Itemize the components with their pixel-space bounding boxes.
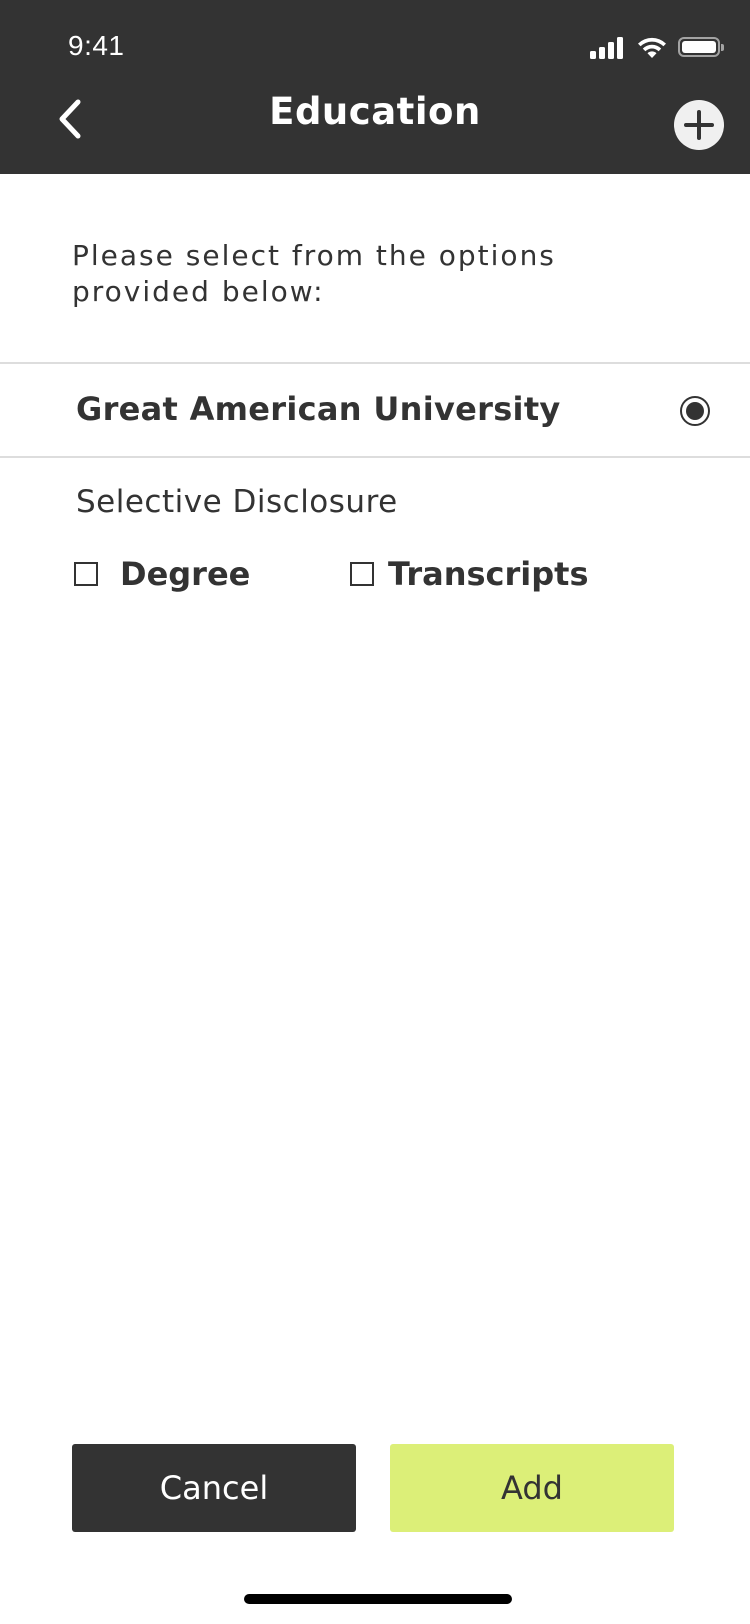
checkbox-icon[interactable]: [350, 562, 374, 586]
degree-label: Degree: [120, 555, 251, 593]
checkbox-icon[interactable]: [74, 562, 98, 586]
header-bar: 9:41 Education: [0, 0, 750, 174]
plus-circle-icon: [675, 101, 723, 149]
instructions-text: Please select from the options provided …: [72, 239, 556, 308]
cancel-button[interactable]: Cancel: [72, 1444, 356, 1532]
transcripts-checkbox-option[interactable]: Transcripts: [350, 552, 588, 596]
degree-checkbox-option[interactable]: Degree: [74, 552, 250, 596]
status-icons: [590, 34, 724, 60]
radio-selected-icon[interactable]: [680, 396, 710, 426]
screen: 9:41 Education Please select from the op…: [0, 0, 750, 1624]
home-indicator: [244, 1594, 512, 1604]
page-title: Education: [269, 90, 481, 133]
add-button[interactable]: Add: [390, 1444, 674, 1532]
wifi-icon: [638, 37, 666, 58]
cellular-signal-icon: [590, 35, 626, 59]
selective-disclosure-label: Selective Disclosure: [76, 484, 398, 520]
add-button-header[interactable]: [674, 100, 724, 150]
battery-icon: [678, 37, 724, 57]
institution-name: Great American University: [76, 390, 561, 428]
institution-option[interactable]: Great American University: [0, 364, 750, 456]
divider-bottom: [0, 456, 750, 458]
status-time: 9:41: [68, 30, 125, 61]
transcripts-label: Transcripts: [388, 555, 589, 593]
